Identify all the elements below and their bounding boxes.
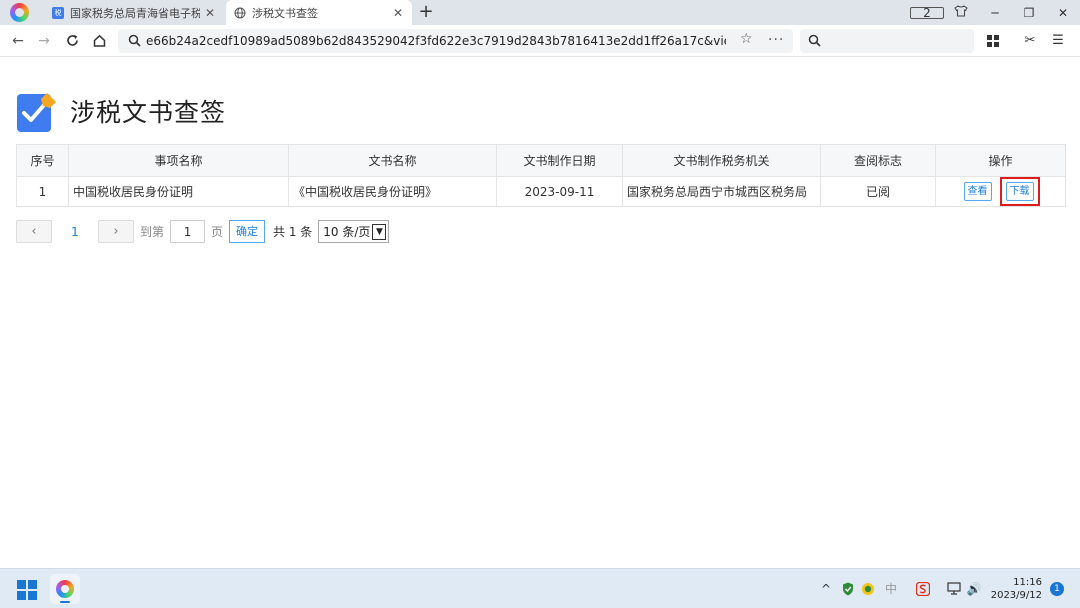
close-tab-icon[interactable]: ✕ [392, 6, 404, 20]
taskbar-browser-app[interactable] [50, 574, 80, 604]
speaker-icon[interactable]: 🔊 [966, 579, 982, 599]
download-highlight-box: 下载 [999, 177, 1040, 206]
system-clock[interactable]: 11:16 2023/9/12 [990, 576, 1042, 602]
address-bar[interactable]: e66b24a2cedf10989ad5089b62d843529042f3fd… [118, 29, 793, 53]
input-method-icon[interactable]: 中 [883, 579, 899, 599]
home-button[interactable] [89, 31, 109, 51]
page-title: 涉税文书查签 [70, 98, 227, 127]
shirt-skin-icon[interactable] [944, 5, 978, 20]
goto-page-input[interactable] [170, 220, 206, 243]
cell-doc-name: 《中国税收居民身份证明》 [288, 176, 497, 207]
tax-app-icon: 税 [52, 6, 64, 19]
table-header-row: 序号 事项名称 文书名称 文书制作日期 文书制作税务机关 查阅标志 操作 [16, 144, 1066, 177]
browser-search-box[interactable] [800, 29, 974, 53]
cell-item-name: 中国税收居民身份证明 [68, 176, 289, 207]
documents-table: 序号 事项名称 文书名称 文书制作日期 文书制作税务机关 查阅标志 操作 1 中… [16, 144, 1066, 207]
next-page-button[interactable]: › [98, 220, 134, 243]
page-size-value: 10 条/页 [323, 225, 371, 239]
cell-read-flag: 已阅 [820, 176, 936, 207]
tab-document-signing[interactable]: 涉税文书查签 ✕ [226, 0, 412, 25]
scissors-icon[interactable]: ✂ [1022, 33, 1038, 49]
page-unit-label: 页 [211, 225, 224, 239]
search-icon [128, 34, 141, 50]
browser-logo-icon [56, 580, 74, 598]
cell-index: 1 [16, 176, 69, 207]
new-tab-button[interactable]: + [416, 1, 436, 23]
chevron-down-icon: ▼ [372, 223, 387, 240]
forward-button[interactable]: → [34, 31, 54, 51]
table-row: 1 中国税收居民身份证明 《中国税收居民身份证明》 2023-09-11 国家税… [16, 176, 1066, 207]
browser-logo-icon[interactable] [10, 3, 29, 22]
clock-date: 2023/9/12 [990, 590, 1042, 601]
restore-button[interactable]: ❐ [1012, 6, 1046, 20]
search-icon [808, 34, 821, 50]
pagination: ‹ 1 › 到第 页 确定 共 1 条 10 条/页 ▼ [16, 219, 390, 244]
apps-grid-icon[interactable] [985, 33, 1001, 49]
column-header-date: 文书制作日期 [496, 144, 623, 177]
prev-page-button[interactable]: ‹ [16, 220, 52, 243]
column-header-authority: 文书制作税务机关 [622, 144, 821, 177]
security-shield-icon[interactable] [840, 579, 856, 599]
tab-count-badge: 2 [910, 6, 944, 19]
close-tab-icon[interactable]: ✕ [204, 6, 216, 20]
view-button[interactable]: 查看 [963, 182, 992, 201]
browser-tab-bar: 税 国家税务总局青海省电子税 ✕ 涉税文书查签 ✕ + 2 ─ ❐ ✕ [0, 0, 1080, 25]
window-controls: 2 ─ ❐ ✕ [910, 0, 1080, 25]
total-count: 共 1 条 [273, 225, 313, 239]
network-ring-icon[interactable] [860, 579, 876, 599]
page-number-current[interactable]: 1 [52, 225, 98, 239]
document-check-logo-icon [17, 91, 58, 132]
back-button[interactable]: ← [8, 31, 28, 51]
column-header-index: 序号 [16, 144, 69, 177]
page-header: 涉税文书查签 [17, 90, 226, 132]
column-header-actions: 操作 [935, 144, 1066, 177]
tab-title: 涉税文书查签 [252, 6, 318, 20]
confirm-button[interactable]: 确定 [229, 220, 266, 243]
cell-date: 2023-09-11 [496, 176, 623, 207]
menu-icon[interactable]: ☰ [1050, 33, 1066, 49]
column-header-item-name: 事项名称 [68, 144, 289, 177]
monitor-network-icon[interactable] [946, 579, 962, 599]
tab-tax-bureau[interactable]: 税 国家税务总局青海省电子税 ✕ [44, 0, 224, 25]
bookmark-star-icon[interactable]: ☆ [740, 31, 753, 47]
cell-authority: 国家税务总局西宁市城西区税务局 [622, 176, 821, 207]
page-size-select[interactable]: 10 条/页 ▼ [318, 220, 390, 243]
url-text[interactable]: e66b24a2cedf10989ad5089b62d843529042f3fd… [146, 29, 726, 53]
globe-icon [234, 7, 246, 19]
sogou-s-icon[interactable] [914, 579, 932, 599]
browser-toolbar: ← → e66b24a2cedf10989ad5089b62d843529042… [0, 25, 1080, 57]
clock-time: 11:16 [1013, 577, 1042, 588]
os-taskbar: ^ 中 🔊 11:16 2023/9/12 1 [0, 568, 1080, 608]
download-button[interactable]: 下载 [1005, 182, 1034, 201]
active-app-indicator [60, 601, 70, 603]
tab-count-button[interactable]: 2 [910, 6, 944, 20]
minimize-button[interactable]: ─ [978, 6, 1012, 20]
windows-start-icon[interactable] [17, 580, 37, 600]
column-header-doc-name: 文书名称 [288, 144, 497, 177]
column-header-read-flag: 查阅标志 [820, 144, 936, 177]
goto-label: 到第 [140, 225, 165, 239]
close-window-button[interactable]: ✕ [1046, 6, 1080, 20]
tab-title: 国家税务总局青海省电子税 [70, 6, 200, 20]
tray-chevron-up-icon[interactable]: ^ [818, 579, 834, 599]
cell-actions: 查看 下载 [935, 176, 1066, 207]
reload-button[interactable] [62, 31, 82, 51]
notification-badge[interactable]: 1 [1050, 582, 1064, 596]
more-options-icon[interactable]: ··· [768, 29, 784, 51]
